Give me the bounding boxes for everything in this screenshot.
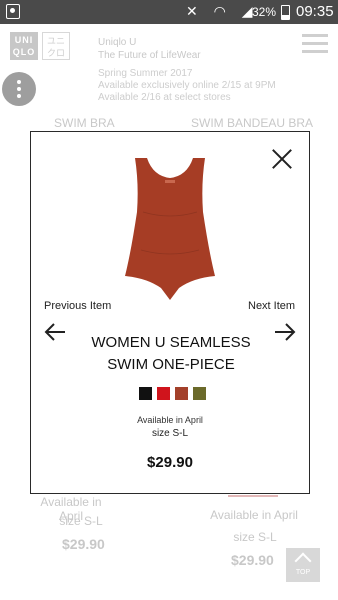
bg-availability-right: Available in April bbox=[210, 508, 298, 522]
logo-box-secondary: ユニ クロ bbox=[42, 32, 70, 60]
product-price: $29.90 bbox=[147, 454, 193, 471]
size-range: size S-L bbox=[151, 428, 189, 439]
announce-line-1: Spring Summer 2017 bbox=[98, 68, 193, 79]
uniqlo-logo[interactable]: UNI QLO ユニ クロ bbox=[10, 32, 70, 62]
status-bar: ✕ ◠ ◢ 32% 09:35 bbox=[0, 0, 338, 24]
battery-percent: 32% bbox=[252, 5, 277, 19]
screenshot-icon bbox=[6, 4, 20, 19]
battery-icon bbox=[281, 5, 290, 20]
product-title: WOMEN U SEAMLESS SWIM ONE-PIECE bbox=[71, 332, 271, 376]
brand-line-1: Uniqlo U bbox=[98, 37, 137, 48]
clock: 09:35 bbox=[296, 3, 334, 20]
status-icons: ✕ ◠ ◢ bbox=[186, 3, 259, 19]
announce-line-2: Available exclusively online 2/15 at 9PM bbox=[98, 80, 276, 91]
brand-line-2: The Future of LifeWear bbox=[98, 50, 201, 61]
bg-price-right: $29.90 bbox=[231, 552, 274, 568]
back-to-top-label: TOP bbox=[295, 569, 311, 576]
previous-item-label[interactable]: Previous Item bbox=[44, 300, 111, 312]
hamburger-menu-icon[interactable] bbox=[302, 34, 328, 56]
bg-product-label-right[interactable]: SWIM BANDEAU BRA bbox=[191, 116, 313, 130]
brand-title: Uniqlo U The Future of LifeWear bbox=[98, 36, 201, 62]
back-to-top-button[interactable]: TOP bbox=[286, 548, 320, 582]
color-swatch[interactable] bbox=[157, 387, 170, 400]
availability-text: Available in April bbox=[137, 415, 203, 425]
next-item-label[interactable]: Next Item bbox=[248, 300, 295, 312]
product-title-line-2: SWIM ONE-PIECE bbox=[107, 356, 235, 373]
announce-line-3: Available 2/16 at select stores bbox=[98, 92, 231, 103]
announcement: Spring Summer 2017 Available exclusively… bbox=[98, 68, 276, 104]
color-swatch[interactable] bbox=[193, 387, 206, 400]
more-options-icon[interactable] bbox=[2, 72, 36, 106]
bg-size-right: size S-L bbox=[233, 530, 277, 544]
product-image bbox=[125, 158, 215, 300]
close-icon[interactable] bbox=[271, 148, 293, 170]
color-swatches bbox=[139, 387, 211, 401]
bg-price-left: $29.90 bbox=[62, 536, 105, 552]
logo-box-primary: UNI QLO bbox=[10, 32, 38, 60]
product-quickview-modal: Previous Item Next Item WOMEN U SEAMLESS… bbox=[30, 131, 310, 494]
color-swatch[interactable] bbox=[175, 387, 188, 400]
chevron-up-icon bbox=[294, 552, 312, 570]
bg-product-label-left[interactable]: SWIM BRA bbox=[54, 116, 115, 130]
arrow-left-icon[interactable] bbox=[43, 322, 67, 342]
arrow-right-icon[interactable] bbox=[273, 322, 297, 342]
color-swatch[interactable] bbox=[139, 387, 152, 400]
bg-size-left: size S-L bbox=[59, 514, 103, 528]
product-title-line-1: WOMEN U SEAMLESS bbox=[91, 334, 251, 351]
bg-swatches-right bbox=[228, 495, 278, 498]
